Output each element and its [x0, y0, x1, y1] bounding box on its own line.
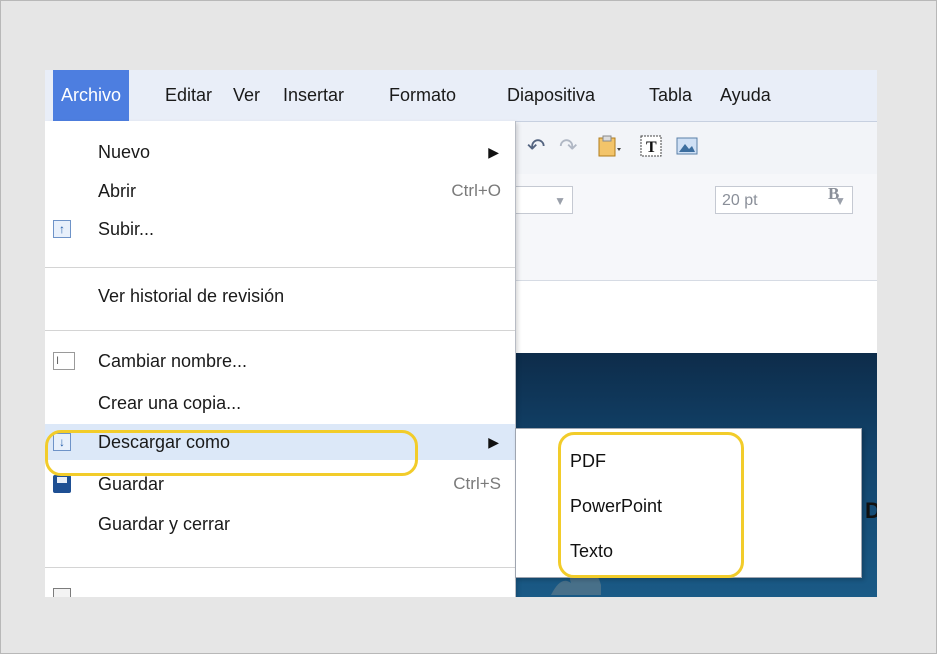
menu-item-cambiar-nombre[interactable]: I Cambiar nombre...	[45, 343, 515, 379]
upload-icon: ↑	[53, 220, 71, 238]
toolbar: ↶ ↷ T	[515, 122, 877, 175]
save-icon	[53, 475, 71, 493]
image-icon[interactable]	[675, 134, 699, 164]
menu-item-guardar-cerrar[interactable]: Guardar y cerrar	[45, 506, 515, 542]
font-select[interactable]: ▼	[515, 186, 573, 214]
menu-tabla[interactable]: Tabla	[641, 70, 700, 121]
menu-item-subir[interactable]: ↑ Subir...	[45, 211, 515, 247]
menu-item-label: Cambiar nombre...	[98, 351, 248, 371]
shortcut-label: Ctrl+O	[451, 181, 501, 200]
submenu-arrow-icon: ▶	[488, 144, 499, 160]
menu-item-label: Guardar y cerrar	[98, 514, 231, 534]
submenu-arrow-icon: ▶	[488, 434, 499, 450]
menu-insertar[interactable]: Insertar	[275, 70, 352, 121]
menu-item-crear-copia[interactable]: Crear una copia...	[45, 385, 515, 421]
menu-item-nuevo[interactable]: Nuevo ▶	[45, 134, 515, 170]
ruler-bar	[515, 226, 877, 281]
menu-diapositiva[interactable]: Diapositiva	[499, 70, 603, 121]
menu-item-label: Abrir	[98, 181, 137, 201]
menu-bar: Archivo Editar Ver Insertar Formato Diap…	[45, 70, 877, 122]
text-box-icon[interactable]: T	[639, 134, 663, 164]
menu-item-abrir[interactable]: Abrir Ctrl+O	[45, 173, 515, 209]
bold-button[interactable]: B	[828, 184, 839, 204]
paste-icon[interactable]	[595, 134, 621, 166]
annotation-highlight-formats	[558, 432, 744, 578]
menu-ver[interactable]: Ver	[225, 70, 268, 121]
slide-title-text: Da	[865, 498, 877, 523]
undo-icon[interactable]: ↶	[527, 134, 545, 160]
menu-formato[interactable]: Formato	[381, 70, 464, 121]
format-bar: ▼ 20 pt ▼	[515, 174, 877, 227]
menu-item-label: Crear una copia...	[98, 393, 242, 413]
menu-divider	[45, 330, 515, 331]
menu-item-label: Nuevo	[98, 142, 151, 162]
menu-item-label: Subir...	[98, 219, 155, 239]
slide-top	[515, 281, 877, 353]
annotation-highlight-descargar	[45, 430, 418, 476]
menu-archivo[interactable]: Archivo	[53, 70, 130, 121]
redo-icon[interactable]: ↷	[559, 134, 577, 160]
rename-icon: I	[53, 352, 75, 370]
menu-divider	[45, 267, 515, 268]
font-size-value: 20 pt	[722, 192, 758, 209]
svg-text:T: T	[646, 139, 657, 156]
shortcut-label: Ctrl+S	[453, 474, 501, 493]
menu-ayuda[interactable]: Ayuda	[712, 70, 779, 121]
file-menu-dropdown: Nuevo ▶ Abrir Ctrl+O ↑ Subir... Ver hist…	[45, 121, 516, 597]
print-icon	[53, 588, 71, 597]
menu-item-historial[interactable]: Ver historial de revisión	[45, 278, 515, 314]
menu-editar[interactable]: Editar	[157, 70, 220, 121]
menu-item-label: Ver historial de revisión	[98, 286, 285, 306]
menu-item-imprimir[interactable]	[45, 579, 515, 597]
chevron-down-icon: ▼	[554, 194, 566, 208]
app-viewport: Archivo Editar Ver Insertar Formato Diap…	[45, 70, 877, 597]
menu-divider	[45, 567, 515, 568]
